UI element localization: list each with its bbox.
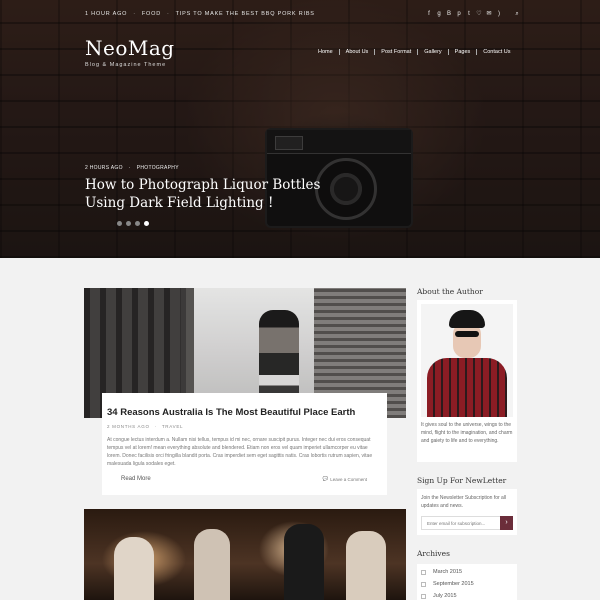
author-bio: It gives soul to the universe, wings to …: [421, 422, 513, 445]
post-image[interactable]: [84, 509, 406, 600]
rss-icon[interactable]: ): [496, 11, 502, 17]
pinterest-icon[interactable]: p: [456, 11, 462, 17]
comment-icon: 💬: [322, 476, 329, 481]
site-logo[interactable]: NeoMag Blog & Magazine Theme: [85, 36, 175, 68]
facebook-icon[interactable]: f: [426, 11, 432, 17]
widget-title-newsletter: Sign Up For NewLetter: [417, 476, 507, 485]
post-title[interactable]: 34 Reasons Australia Is The Most Beautif…: [107, 407, 383, 418]
hero-meta: 2 HOURS AGO · PHOTOGRAPHY: [85, 165, 179, 171]
archive-label: September 2015: [433, 581, 474, 587]
hero-category[interactable]: PHOTOGRAPHY: [137, 165, 179, 171]
behance-icon[interactable]: B: [446, 11, 452, 17]
post-excerpt: At congue lectus interdum a. Nullam nisi…: [107, 437, 373, 467]
logo-name: NeoMag: [85, 36, 175, 60]
comment-link[interactable]: 💬 Leave a Comment: [323, 476, 367, 482]
post-footer: Read More 💬 Leave a Comment: [121, 476, 367, 482]
logo-tagline: Blog & Magazine Theme: [85, 62, 167, 68]
nav-about[interactable]: About Us: [340, 49, 375, 55]
newsletter-text: Join the Newsletter Subscription for all…: [421, 495, 507, 509]
widget-title-archives: Archives: [417, 549, 450, 558]
top-bar: 1 HOUR AGO · FOOD · TIPS TO MAKE THE BES…: [85, 8, 520, 20]
news-ticker: 1 HOUR AGO · FOOD · TIPS TO MAKE THE BES…: [85, 11, 315, 17]
ticker-category[interactable]: FOOD: [142, 11, 161, 17]
arrow-right-icon: ›: [505, 519, 508, 526]
calendar-icon: [421, 593, 426, 599]
slider-dot[interactable]: [126, 221, 131, 226]
main-nav: Home About Us Post Format Gallery Pages …: [312, 49, 517, 55]
hero-title[interactable]: How to Photograph Liquor Bottles Using D…: [85, 176, 345, 212]
ticker-time: 1 HOUR AGO: [85, 11, 128, 17]
nav-post-format[interactable]: Post Format: [375, 49, 417, 55]
social-icons: f g B p t ♡ ✉ ) ⌕: [426, 11, 520, 17]
search-icon[interactable]: ⌕: [514, 11, 520, 17]
newsletter-widget: Join the Newsletter Subscription for all…: [417, 489, 517, 535]
post-time: 2 MONTHS AGO: [107, 424, 150, 429]
archive-item[interactable]: March 2015: [421, 569, 462, 575]
slider-dot-active[interactable]: [144, 221, 149, 226]
hero-slider: 1 HOUR AGO · FOOD · TIPS TO MAKE THE BES…: [0, 0, 600, 258]
archive-label: July 2015: [433, 593, 457, 599]
hero-time: 2 HOURS AGO: [85, 165, 123, 171]
nav-gallery[interactable]: Gallery: [418, 49, 447, 55]
slider-dot[interactable]: [117, 221, 122, 226]
read-more-link[interactable]: Read More: [121, 476, 151, 482]
comment-label: Leave a Comment: [330, 476, 367, 482]
heart-icon[interactable]: ♡: [476, 11, 482, 17]
nav-home[interactable]: Home: [312, 49, 339, 55]
archive-label: March 2015: [433, 569, 463, 575]
slider-dots: [117, 221, 149, 226]
newsletter-submit-button[interactable]: ›: [500, 516, 513, 530]
archives-widget: March 2015 September 2015 July 2015: [417, 564, 517, 600]
nav-pages[interactable]: Pages: [449, 49, 477, 55]
slider-dot[interactable]: [135, 221, 140, 226]
ticker-headline[interactable]: TIPS TO MAKE THE BEST BBQ PORK RIBS: [176, 11, 315, 17]
widget-title-author: About the Author: [417, 287, 483, 296]
nav-contact[interactable]: Contact Us: [477, 49, 516, 55]
archive-item[interactable]: July 2015: [421, 593, 457, 599]
newsletter-email-input[interactable]: [421, 516, 501, 530]
mail-icon[interactable]: ✉: [486, 11, 492, 17]
twitter-icon[interactable]: t: [466, 11, 472, 17]
calendar-icon: [421, 581, 426, 587]
author-photo: [421, 304, 513, 417]
google-plus-icon[interactable]: g: [436, 11, 442, 17]
calendar-icon: [421, 569, 426, 575]
archive-item[interactable]: September 2015: [421, 581, 474, 587]
author-widget: It gives soul to the universe, wings to …: [417, 300, 517, 462]
post-category[interactable]: TRAVEL: [162, 424, 183, 429]
